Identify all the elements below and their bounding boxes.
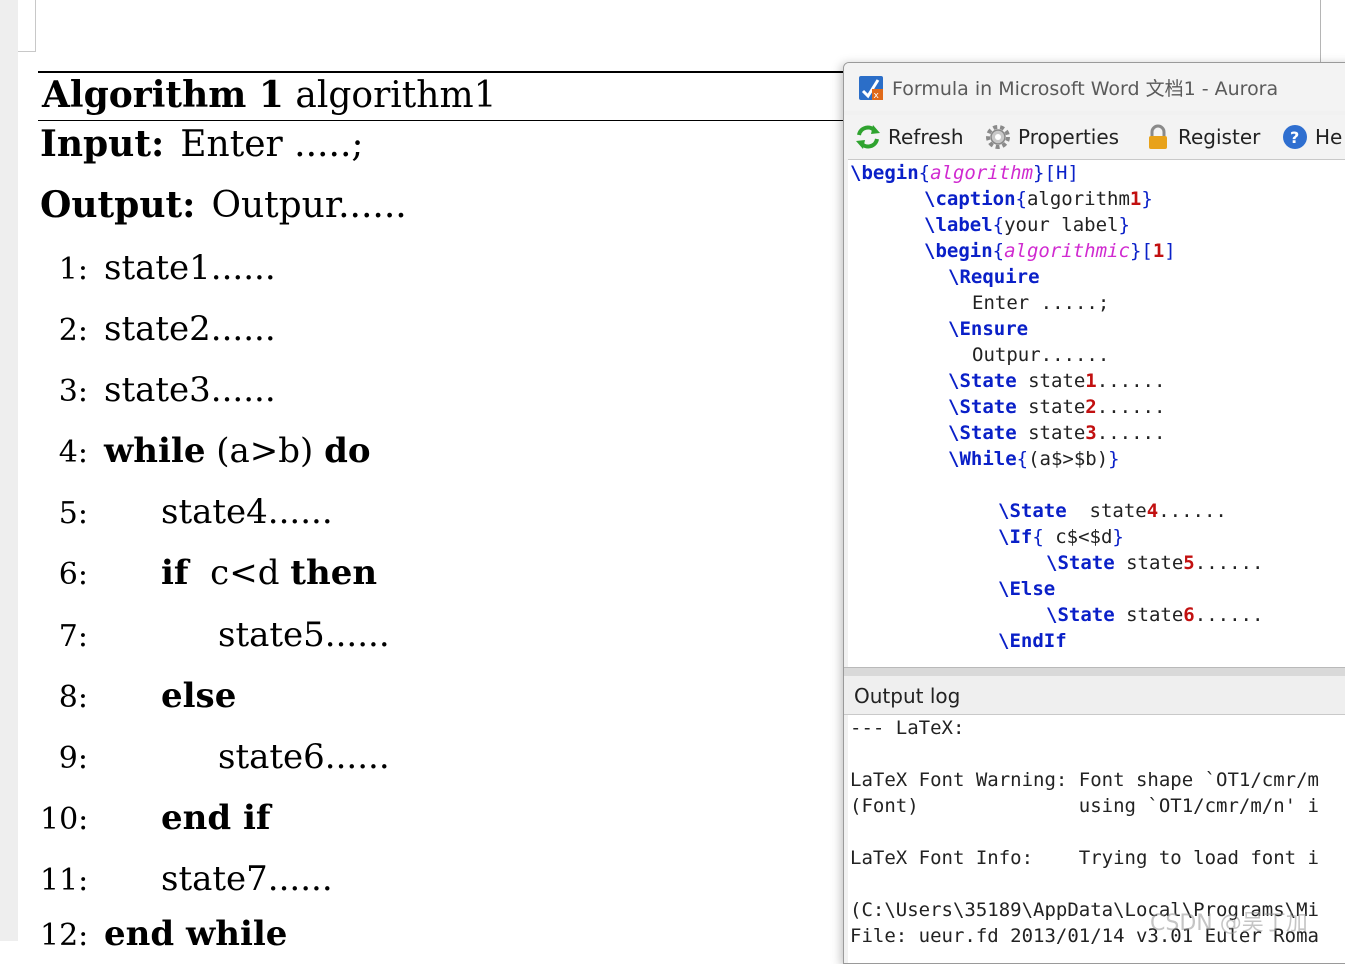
line-number: 7: [58, 619, 88, 654]
log-line: (Font) using `OT1/cmr/m/n' i [850, 795, 1319, 817]
code-line: \While{(a$>$b)} [948, 448, 1120, 470]
algorithm-caption-label: Algorithm 1 [42, 74, 284, 116]
line-text: state5...... [218, 615, 390, 655]
keyword-if: if [161, 553, 189, 593]
algorithm-caption-text: algorithm1 [295, 75, 497, 116]
keyword-end-while: end while [104, 914, 288, 954]
algorithm-line: 1: state1...... [40, 246, 276, 290]
toolbar: Refresh Properties Register ? He [844, 115, 1345, 159]
watermark: CSDN @吴丁加 [1150, 911, 1308, 936]
input-text: Enter .....; [180, 124, 364, 165]
refresh-icon [856, 125, 880, 149]
line-text: state1...... [104, 248, 276, 288]
line-number: 6: [58, 557, 88, 592]
log-line: --- LaTeX: [850, 717, 965, 739]
algorithm-line: 12: end while [40, 912, 287, 956]
line-number: 1: [58, 252, 88, 287]
gear-icon [986, 125, 1010, 149]
algorithm-caption: Algorithm 1 algorithm1 [42, 73, 497, 118]
code-line: Enter .....; [972, 292, 1110, 314]
code-line: \State state3...... [948, 422, 1166, 444]
line-number: 12: [40, 918, 89, 953]
code-line: \begin{algorithm}[H] [850, 162, 1079, 184]
help-label: He [1315, 125, 1343, 149]
line-text: state7...... [161, 859, 333, 899]
algorithm-line: 4: while (a>b) do [40, 429, 371, 473]
algorithm-line: 3: state3...... [40, 368, 276, 412]
output-log-header: Output log [844, 676, 1345, 715]
line-number: 4: [58, 435, 88, 470]
code-line: \Require [948, 266, 1040, 288]
keyword-while: while [104, 431, 206, 471]
aurora-app-icon: x [859, 76, 883, 101]
properties-label: Properties [1018, 125, 1120, 149]
log-line: LaTeX Font Info: Trying to load font i [850, 847, 1319, 869]
line-number: 2: [58, 313, 88, 348]
algorithm-line: 8: else [40, 674, 237, 718]
code-line: \begin{algorithmic}[1] [924, 240, 1176, 262]
code-line: \State state4...... [998, 500, 1227, 522]
code-line: \label{your label} [924, 214, 1130, 236]
code-line: \EndIf [998, 630, 1067, 652]
code-line: \State state1...... [948, 370, 1166, 392]
code-line: \Ensure [948, 318, 1029, 340]
line-text: state6...... [218, 737, 390, 777]
aurora-window[interactable]: x Formula in Microsoft Word 文档1 - Aurora… [843, 62, 1345, 964]
line-text: (a>b) [216, 431, 314, 471]
line-text: state2...... [104, 309, 276, 349]
line-number: 3: [58, 374, 88, 409]
algorithm-line: 9: state6...... [40, 735, 390, 779]
algorithm-line: 5: state4...... [40, 490, 333, 534]
code-line: \If{ c$<$d} [998, 526, 1124, 548]
line-number: 9: [58, 741, 88, 776]
input-label: Input: [40, 123, 165, 165]
keyword-else: else [161, 676, 237, 716]
lock-icon [1149, 124, 1167, 149]
algorithm-output: Output: Outpur...... [40, 183, 407, 228]
algorithm-input: Input: Enter .....; [40, 122, 364, 167]
algorithm-line: 11: state7...... [40, 857, 333, 901]
keyword-then: then [290, 553, 378, 593]
register-label: Register [1178, 125, 1261, 149]
algorithm-caption-rule [38, 120, 858, 121]
code-line: \Else [998, 578, 1056, 600]
code-line: \State state6...... [1046, 604, 1264, 626]
code-line: \caption{algorithm1} [924, 188, 1153, 210]
line-number: 10: [40, 802, 89, 837]
line-text: c<d [210, 553, 280, 593]
code-line: Outpur...... [972, 344, 1110, 366]
line-number: 11: [40, 863, 89, 898]
log-line: LaTeX Font Warning: Font shape `OT1/cmr/… [850, 769, 1319, 791]
algorithm-line: 7: state5...... [40, 613, 390, 657]
window-title-bar[interactable]: x Formula in Microsoft Word 文档1 - Aurora [844, 63, 1345, 111]
code-line: \State state2...... [948, 396, 1166, 418]
code-line: \State state5...... [1046, 552, 1264, 574]
line-text: state4...... [161, 492, 333, 532]
algorithm-line: 6: if c<d then [40, 551, 377, 595]
document-gutter [0, 0, 18, 941]
svg-text:x: x [874, 91, 880, 101]
svg-text:?: ? [1290, 128, 1299, 147]
page-right-edge [1320, 0, 1321, 62]
line-number: 5: [58, 496, 88, 531]
line-number: 8: [58, 680, 88, 715]
output-label: Output: [40, 184, 196, 226]
keyword-do: do [324, 431, 371, 471]
page-corner-mark [18, 0, 36, 52]
output-text: Outpur...... [211, 185, 407, 226]
algorithm-line: 2: state2...... [40, 307, 276, 351]
line-text: state3...... [104, 370, 276, 410]
latex-code-editor[interactable]: \begin{algorithm}[H] \caption{algorithm1… [848, 159, 1345, 668]
help-icon: ? [1283, 125, 1307, 149]
output-log-title: Output log [854, 684, 961, 708]
algorithm-line: 10: end if [40, 796, 271, 840]
refresh-label: Refresh [888, 125, 964, 149]
window-title: Formula in Microsoft Word 文档1 - Aurora [892, 78, 1279, 100]
keyword-end-if: end if [161, 798, 271, 838]
